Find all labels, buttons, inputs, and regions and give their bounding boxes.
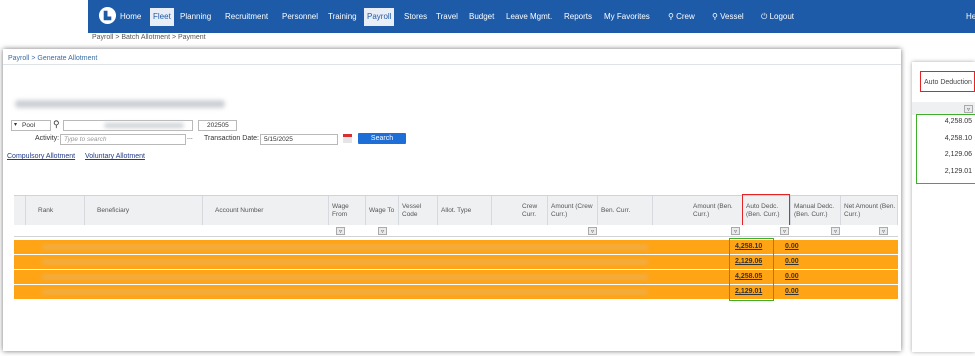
manual-dedc-link[interactable]: 0.00 <box>785 273 799 280</box>
nav-fleet[interactable]: Fleet <box>150 8 174 26</box>
search-button[interactable]: Search <box>358 133 406 144</box>
nav-crew[interactable]: ⚲ Crew <box>668 11 695 23</box>
auto-dedc-values-highlight <box>729 238 774 301</box>
side-value: 2,129.06 <box>944 151 972 158</box>
divider <box>3 64 901 65</box>
manual-dedc-link[interactable]: 0.00 <box>785 243 799 250</box>
filter-icon[interactable]: ▿ <box>336 227 345 235</box>
filter-row: ▿ ▿ ▿ ▿ ▿ ▿ ▿ <box>14 225 898 237</box>
tab-voluntary-allotment[interactable]: Voluntary Allotment <box>85 153 145 160</box>
filter-icon[interactable]: ▿ <box>378 227 387 235</box>
nav-vessel[interactable]: ⚲ Vessel <box>712 11 744 23</box>
nav-stores[interactable]: Stores <box>404 11 427 23</box>
nav-reports[interactable]: Reports <box>564 11 592 23</box>
col-manual-dedc[interactable]: Manual Dedc. (Ben. Curr.) <box>791 196 841 225</box>
auto-deduction-header: Auto Deduction <box>920 71 975 92</box>
generate-allotment-window: Payroll > Generate Allotment ▾ Pool ⚲ 20… <box>3 49 901 351</box>
nav-my-favorites[interactable]: My Favorites <box>604 11 650 23</box>
nav-payroll[interactable]: Payroll <box>364 8 395 26</box>
tab-compulsory-allotment[interactable]: Compulsory Allotment <box>7 153 75 160</box>
col-amount-ben-curr[interactable]: Amount (Ben. Curr.) <box>653 196 743 225</box>
auto-deduction-panel: Auto Deduction ▿ 4,258.05 4,258.10 2,129… <box>912 62 975 352</box>
activity-label: Activity: <box>35 135 60 142</box>
transaction-date-value: 5/15/2025 <box>264 136 293 143</box>
filter-icon[interactable]: ▿ <box>879 227 888 235</box>
col-beneficiary[interactable]: Beneficiary <box>85 196 203 225</box>
activity-placeholder: Type to search <box>64 136 107 143</box>
col-net-amount[interactable]: Net Amount (Ben. Curr.) <box>841 196 898 225</box>
col-wage-to[interactable]: Wage To <box>366 196 399 225</box>
col-vessel-code[interactable]: Vessel Code <box>399 196 438 225</box>
nav-leave-mgmt[interactable]: Leave Mgmt. <box>506 11 552 23</box>
search-icon: ⚲ <box>712 12 718 21</box>
col-allot-type[interactable]: Allot. Type <box>438 196 492 225</box>
filter-icon[interactable]: ▿ <box>780 227 789 235</box>
pool-select[interactable]: ▾ Pool <box>11 120 51 131</box>
pool-code-value: 202505 <box>207 122 229 129</box>
nav-training[interactable]: Training <box>328 11 357 23</box>
nav-recruitment[interactable]: Recruitment <box>225 11 268 23</box>
manual-dedc-link[interactable]: 0.00 <box>785 258 799 265</box>
nav-planning[interactable]: Planning <box>180 11 211 23</box>
search-icon[interactable]: ⚲ <box>53 119 60 130</box>
side-value: 4,258.05 <box>944 118 972 125</box>
side-value: 4,258.10 <box>944 135 972 142</box>
col-wage-from[interactable]: Wage From <box>329 196 366 225</box>
col-crew-curr[interactable]: Crew Curr. <box>492 196 548 225</box>
col-rank[interactable]: Rank <box>26 196 85 225</box>
col-ben-curr[interactable]: Ben. Curr. <box>598 196 653 225</box>
manual-dedc-link[interactable]: 0.00 <box>785 288 799 295</box>
nav-logout[interactable]: ⏻ Logout <box>761 11 794 23</box>
pool-code-field[interactable]: 202505 <box>198 120 237 131</box>
nav-personnel[interactable]: Personnel <box>282 11 318 23</box>
nav-home[interactable]: Home <box>120 11 141 23</box>
nav-vessel-label: Vessel <box>720 12 744 21</box>
calendar-icon[interactable] <box>343 134 352 143</box>
nav-logout-label: Logout <box>769 12 795 21</box>
col-selector <box>14 196 26 225</box>
transaction-date-label: Transaction Date: <box>204 135 259 142</box>
filter-icon[interactable]: ▿ <box>831 227 840 235</box>
nav-crew-label: Crew <box>676 12 695 21</box>
col-account-number[interactable]: Account Number <box>203 196 329 225</box>
vessel-field[interactable] <box>63 120 193 131</box>
nav-budget[interactable]: Budget <box>469 11 494 23</box>
activity-input[interactable]: Type to search <box>60 134 186 145</box>
blurred-vessel-name <box>15 100 225 108</box>
panel-breadcrumb: Payroll > Generate Allotment <box>8 55 98 62</box>
blurred-value <box>104 123 184 128</box>
transaction-date-input[interactable]: 5/15/2025 <box>260 134 338 145</box>
power-icon: ⏻ <box>761 12 768 21</box>
ellipsis-button[interactable]: ... <box>187 134 193 141</box>
nav-travel[interactable]: Travel <box>436 11 458 23</box>
auto-dedc-highlight <box>742 194 790 226</box>
filter-icon[interactable]: ▿ <box>964 105 973 113</box>
filter-icon[interactable]: ▿ <box>731 227 740 235</box>
pool-select-value: Pool <box>22 122 36 129</box>
app-logo-icon[interactable] <box>98 6 117 25</box>
side-value: 2,129.01 <box>944 168 972 175</box>
filter-icon[interactable]: ▿ <box>588 227 597 235</box>
search-icon: ⚲ <box>668 12 674 21</box>
chevron-down-icon: ▾ <box>14 122 18 128</box>
breadcrumb: Payroll > Batch Allotment > Payment <box>92 34 206 41</box>
allotment-table: Rank Beneficiary Account Number Wage Fro… <box>14 194 898 301</box>
top-navbar: Home Fleet Planning Recruitment Personne… <box>88 0 975 33</box>
col-amount-crew-curr[interactable]: Amount (Crew Curr.) <box>548 196 598 225</box>
nav-help[interactable]: He <box>966 11 975 23</box>
